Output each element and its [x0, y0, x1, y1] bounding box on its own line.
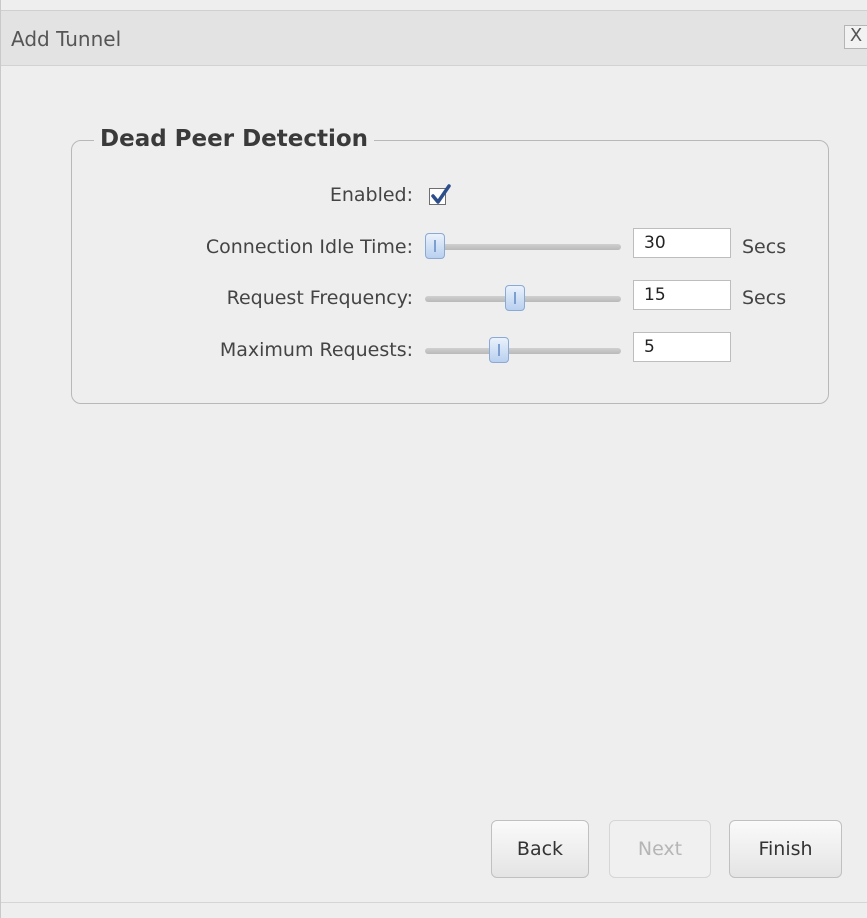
close-icon: X — [849, 25, 863, 46]
request-frequency-label: Request Frequency: — [226, 287, 413, 309]
enabled-checkbox[interactable] — [429, 184, 451, 205]
footer-divider — [1, 902, 867, 903]
group-legend: Dead Peer Detection — [94, 126, 375, 152]
slider-track — [425, 244, 621, 250]
request-frequency-slider[interactable] — [425, 285, 621, 311]
maximum-requests-slider[interactable] — [425, 337, 621, 363]
slider-thumb[interactable] — [489, 337, 510, 363]
request-frequency-unit: Secs — [742, 287, 787, 309]
idle-time-slider[interactable] — [424, 233, 621, 259]
idle-time-label: Connection Idle Time: — [205, 236, 413, 258]
maximum-requests-input[interactable] — [633, 332, 731, 362]
slider-thumb[interactable] — [424, 233, 445, 259]
next-button[interactable]: Next — [609, 820, 711, 878]
finish-button[interactable]: Finish — [729, 820, 842, 878]
slider-thumb[interactable] — [505, 285, 526, 311]
add-tunnel-dialog: Add Tunnel X Dead Peer Detection Enabled… — [0, 0, 867, 918]
dialog-titlebar: Add Tunnel X — [1, 10, 867, 66]
close-button[interactable]: X — [844, 25, 867, 49]
slider-track — [425, 348, 621, 354]
request-frequency-input[interactable] — [633, 280, 731, 310]
dialog-title: Add Tunnel — [11, 27, 122, 51]
dead-peer-detection-group: Dead Peer Detection — [71, 126, 829, 404]
checkmark-icon — [431, 184, 451, 204]
back-button[interactable]: Back — [491, 820, 589, 878]
idle-time-input[interactable] — [633, 228, 731, 258]
maximum-requests-label: Maximum Requests: — [219, 339, 413, 361]
enabled-label: Enabled: — [329, 184, 413, 206]
idle-time-unit: Secs — [742, 236, 787, 258]
